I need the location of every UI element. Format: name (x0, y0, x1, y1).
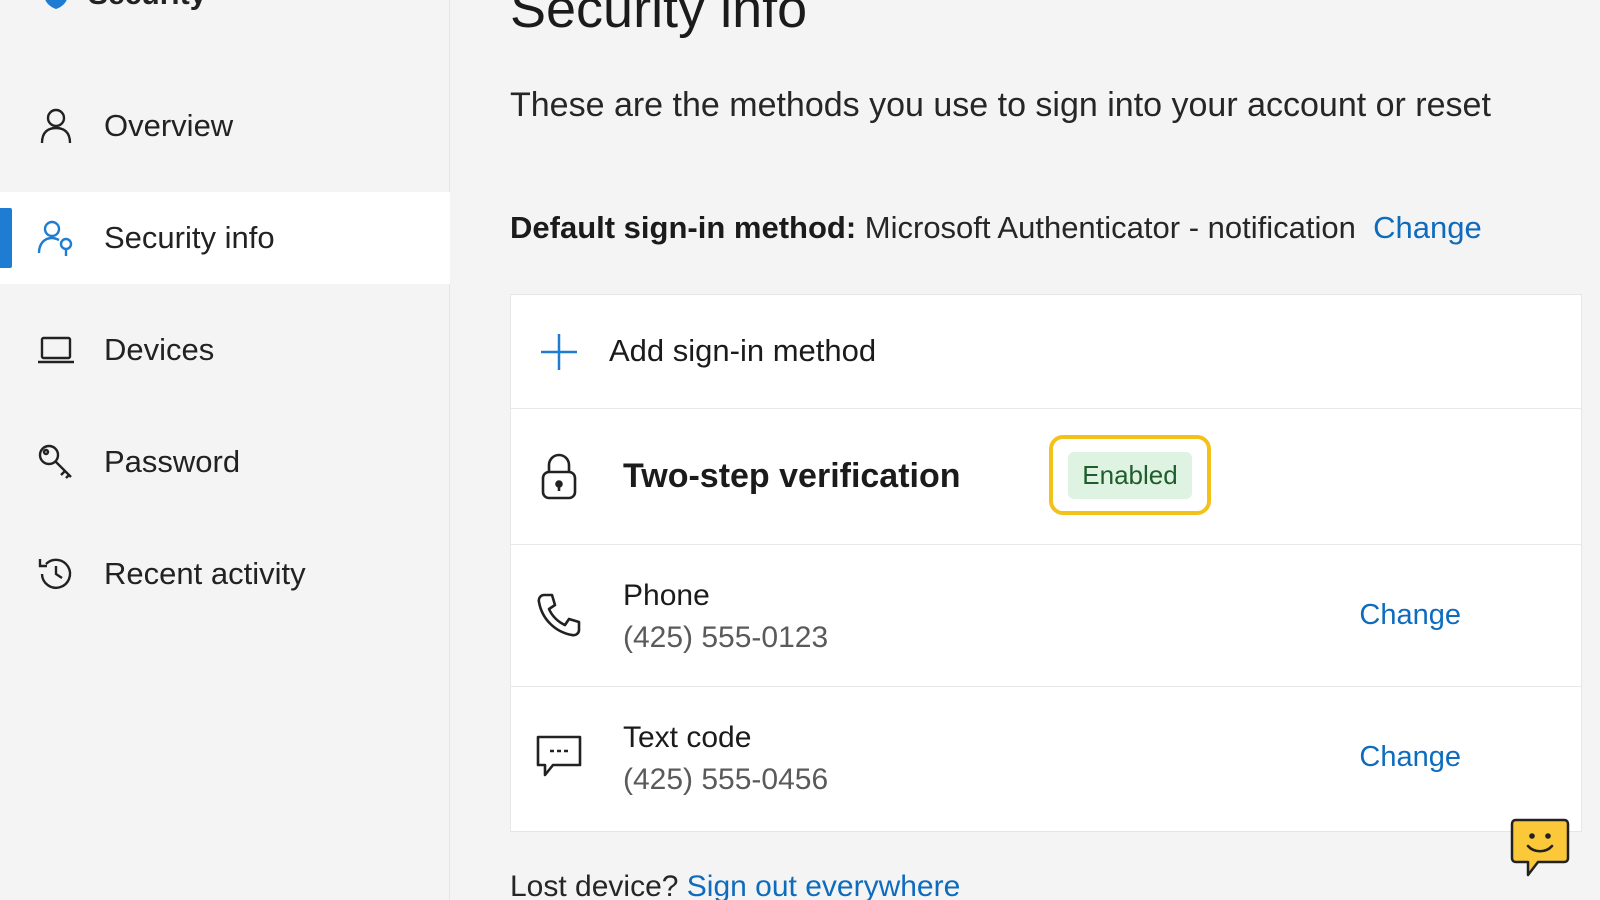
laptop-icon (36, 330, 76, 370)
two-step-verification-label: Two-step verification (623, 457, 961, 495)
sidebar-item-recent-activity[interactable]: Recent activity (0, 528, 450, 620)
default-method-change-link[interactable]: Change (1373, 210, 1482, 245)
shield-icon (45, 0, 67, 9)
sidebar-item-label: Devices (104, 332, 215, 367)
add-sign-in-method-label: Add sign-in method (609, 333, 877, 368)
status-badge: Enabled (1068, 451, 1192, 499)
sidebar-item-overview[interactable]: Overview (0, 80, 450, 172)
sidebar-item-devices[interactable]: Devices (0, 304, 450, 396)
plus-icon (535, 328, 583, 376)
status-highlight: Enabled (1049, 435, 1211, 515)
method-value: (425) 555-0456 (623, 763, 829, 796)
sign-in-methods-card: Add sign-in method Two-step verification… (510, 294, 1582, 832)
default-method-value: Microsoft Authenticator - notification (864, 210, 1356, 245)
text-code-change-link[interactable]: Change (1359, 741, 1461, 774)
key-icon (36, 442, 76, 482)
phone-change-link[interactable]: Change (1359, 599, 1461, 632)
page-title: Security info (510, 0, 808, 39)
method-value: (425) 555-0123 (623, 621, 829, 654)
page-description: These are the methods you use to sign in… (510, 86, 1491, 124)
feedback-icon[interactable] (1510, 818, 1570, 878)
sidebar-item-label: Security info (104, 220, 275, 255)
lock-icon (535, 453, 583, 501)
method-row-text-code: Text code (425) 555-0456 Change (511, 687, 1581, 833)
sidebar-item-label: Password (104, 444, 241, 479)
history-icon (36, 554, 76, 594)
method-title: Phone (623, 579, 710, 612)
message-icon (535, 733, 583, 781)
method-row-phone: Phone (425) 555-0123 Change (511, 545, 1581, 687)
lost-device-text: Lost device? (510, 870, 679, 900)
main-content: Security info These are the methods you … (450, 0, 1600, 900)
brand-title: Security (88, 0, 206, 12)
add-sign-in-method-button[interactable]: Add sign-in method (511, 295, 1581, 409)
sign-out-everywhere-link[interactable]: Sign out everywhere (687, 870, 961, 900)
sidebar-item-label: Overview (104, 108, 234, 143)
person-key-icon (36, 218, 76, 258)
person-icon (36, 106, 76, 146)
lost-device-line: Lost device? Sign out everywhere (510, 870, 960, 900)
method-title: Text code (623, 721, 752, 754)
sidebar-item-security-info[interactable]: Security info (0, 192, 450, 284)
sidebar-item-password[interactable]: Password (0, 416, 450, 508)
sidebar: Security Overview Security info (0, 0, 450, 900)
phone-icon (535, 591, 583, 639)
sidebar-item-label: Recent activity (104, 556, 306, 591)
brand: Security (42, 0, 206, 12)
two-step-verification-row: Two-step verification Enabled (511, 409, 1581, 545)
default-sign-in-method: Default sign-in method: Microsoft Authen… (510, 210, 1482, 246)
default-method-label: Default sign-in method: (510, 210, 857, 245)
